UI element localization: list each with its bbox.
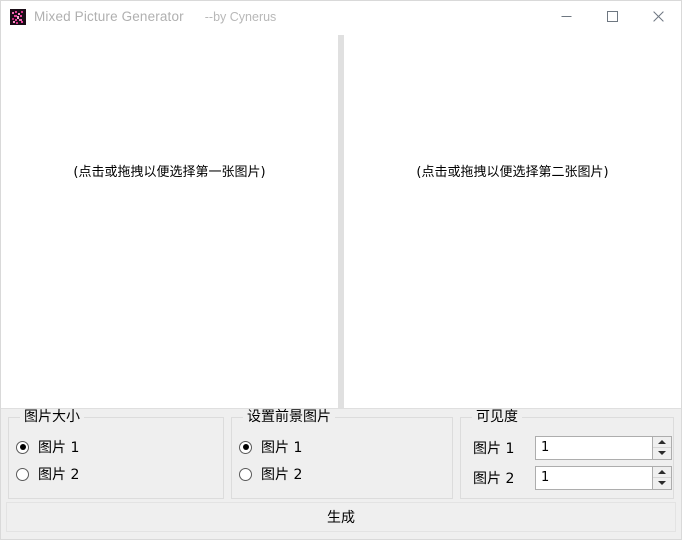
- generate-button[interactable]: 生成: [6, 502, 676, 532]
- visibility-image2-decrement-button[interactable]: [653, 477, 671, 489]
- visibility-image1-spin-buttons: [652, 436, 671, 459]
- radio-icon: [16, 440, 29, 454]
- visibility-image1-increment-button[interactable]: [653, 436, 671, 447]
- visibility-image1-decrement-button[interactable]: [653, 447, 671, 459]
- size-radio-image2[interactable]: 图片 2: [9, 461, 223, 487]
- chevron-up-icon: [658, 469, 666, 474]
- group-foreground-image: 设置前景图片 图片 1 图片 2: [231, 409, 453, 499]
- first-image-hint: (点击或拖拽以便选择第一张图片): [73, 165, 266, 180]
- second-image-hint: (点击或拖拽以便选择第二张图片): [416, 165, 609, 180]
- close-button[interactable]: [635, 1, 681, 32]
- first-image-dropzone[interactable]: (点击或拖拽以便选择第一张图片): [1, 33, 338, 408]
- app-icon: [10, 8, 26, 25]
- image-drop-area: (点击或拖拽以便选择第一张图片) (点击或拖拽以便选择第二张图片): [1, 33, 681, 408]
- app-window: Mixed Picture Generator --by Cynerus (点击…: [0, 0, 682, 540]
- foreground-radio-image1[interactable]: 图片 1: [232, 434, 452, 460]
- radio-icon: [16, 467, 29, 481]
- size-radio-image2-label: 图片 2: [38, 467, 80, 483]
- title-bar: Mixed Picture Generator --by Cynerus: [1, 1, 681, 33]
- chevron-down-icon: [658, 451, 666, 456]
- visibility-image1-input[interactable]: [536, 436, 652, 459]
- group-image-size-title: 图片大小: [20, 409, 84, 425]
- visibility-row-image2: 图片 2: [461, 464, 673, 491]
- visibility-image2-label: 图片 2: [473, 470, 515, 487]
- generate-button-container: 生成: [1, 499, 681, 539]
- visibility-image2-spin-buttons: [652, 466, 671, 489]
- radio-icon: [239, 467, 252, 481]
- group-visibility: 可见度 图片 1 1 图片 2 1: [460, 409, 674, 499]
- group-visibility-title: 可见度: [472, 409, 522, 425]
- size-radio-image1[interactable]: 图片 1: [9, 434, 223, 460]
- window-title: Mixed Picture Generator: [34, 9, 184, 24]
- chevron-down-icon: [658, 481, 666, 486]
- foreground-radio-image2-label: 图片 2: [261, 467, 303, 483]
- visibility-image2-spinner[interactable]: [535, 465, 672, 490]
- maximize-button[interactable]: [589, 1, 635, 32]
- minimize-button[interactable]: [543, 1, 589, 32]
- control-panel: 图片大小 图片 1 图片 2 设置前景图片 图片 1 图片 2 可见度 图片 1…: [1, 408, 681, 539]
- settings-groups: 图片大小 图片 1 图片 2 设置前景图片 图片 1 图片 2 可见度 图片 1…: [1, 409, 681, 499]
- chevron-up-icon: [658, 439, 666, 444]
- size-radio-image1-label: 图片 1: [38, 440, 80, 456]
- close-icon: [652, 11, 664, 22]
- window-controls: [543, 1, 681, 32]
- group-image-size: 图片大小 图片 1 图片 2: [8, 409, 224, 499]
- second-image-dropzone[interactable]: (点击或拖拽以便选择第二张图片): [344, 33, 681, 408]
- visibility-row-image1: 图片 1: [461, 434, 673, 461]
- foreground-radio-image1-label: 图片 1: [261, 440, 303, 456]
- visibility-image1-label: 图片 1: [473, 440, 515, 457]
- maximize-icon: [606, 11, 618, 22]
- foreground-radio-image2[interactable]: 图片 2: [232, 461, 452, 487]
- minimize-icon: [561, 16, 571, 17]
- window-subtitle: --by Cynerus: [204, 9, 277, 24]
- visibility-image2-input[interactable]: [536, 466, 652, 489]
- visibility-image1-spinner[interactable]: [535, 435, 672, 460]
- group-foreground-image-title: 设置前景图片: [243, 409, 335, 425]
- radio-icon: [239, 440, 252, 454]
- visibility-image2-increment-button[interactable]: [653, 466, 671, 477]
